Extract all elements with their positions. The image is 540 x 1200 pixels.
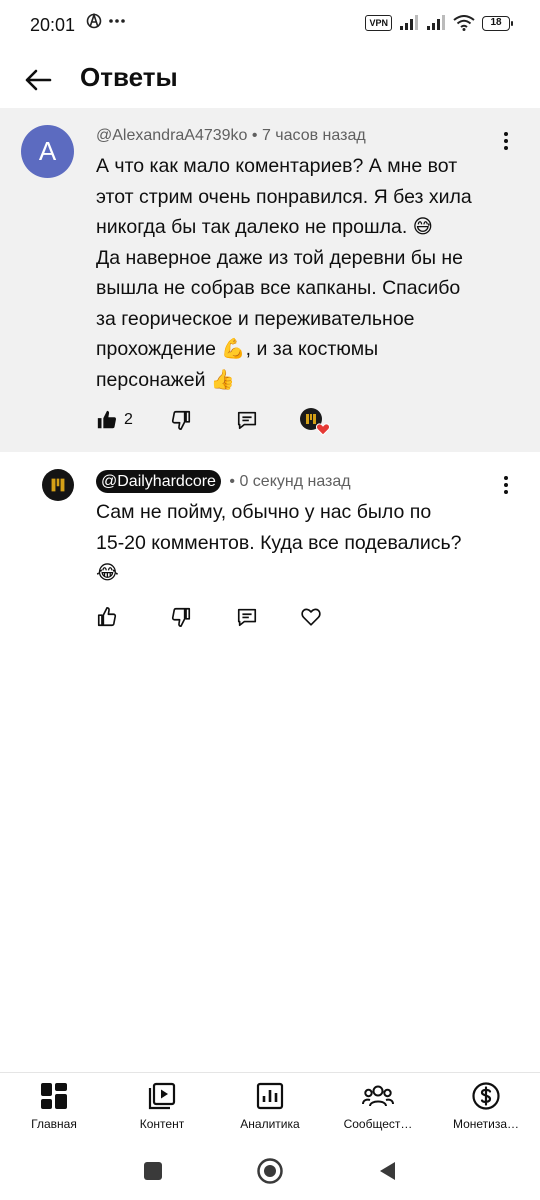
wifi-icon — [453, 15, 475, 31]
signal-icon — [400, 15, 418, 30]
meta-separator: • — [224, 473, 240, 490]
avatar[interactable]: A — [21, 125, 74, 178]
bottom-navigation: Главная Контент Аналитика Сообщест… Моне… — [0, 1072, 540, 1144]
recents-button[interactable] — [138, 1156, 168, 1186]
recents-square-icon — [144, 1162, 162, 1180]
reply-comment-icon — [237, 411, 257, 430]
analytics-icon — [256, 1082, 284, 1110]
thumb-up-icon — [97, 607, 117, 627]
comment-author[interactable]: @AlexandraA4739ko — [96, 127, 247, 144]
dislike-button[interactable] — [170, 605, 192, 629]
reply-meta: @Dailyhardcore • 0 секунд назад — [96, 470, 351, 493]
heart-icon — [316, 423, 330, 436]
comment-line: Сам не пойму, обычно у нас было по — [96, 501, 432, 523]
status-notification-icons — [86, 13, 126, 29]
status-time: 20:01 — [30, 15, 76, 35]
back-triangle-icon — [380, 1162, 395, 1180]
reply-button[interactable] — [236, 605, 258, 629]
comment-line: 15-20 комментов. Куда все подевались? — [96, 531, 462, 554]
monetization-icon — [472, 1082, 500, 1110]
nav-item-dashboard[interactable]: Главная — [0, 1073, 108, 1145]
channel-logo-icon — [51, 478, 65, 492]
like-button[interactable] — [96, 605, 118, 629]
comment-line: Да наверное даже из той деревни бы не — [96, 246, 464, 269]
kebab-dot — [504, 132, 508, 136]
reply-button[interactable] — [236, 408, 258, 432]
nav-label: Главная — [31, 1117, 77, 1131]
arrow-back-icon — [25, 69, 52, 91]
more-notifications-icon — [109, 19, 125, 23]
home-button[interactable] — [255, 1156, 285, 1186]
creator-heart-badge[interactable] — [300, 408, 330, 436]
heart-button[interactable] — [300, 605, 322, 629]
kebab-dot — [504, 146, 508, 150]
reply-comment: @Dailyhardcore • 0 секунд назад Сам не п… — [0, 452, 540, 642]
system-back-button[interactable] — [372, 1156, 402, 1186]
nav-item-monetization[interactable]: Монетиза… — [432, 1073, 540, 1145]
thumb-down-icon — [171, 410, 191, 430]
content-icon — [148, 1082, 176, 1110]
status-system-icons: VPN 18 — [365, 15, 513, 31]
home-circle-icon — [257, 1158, 283, 1184]
battery-indicator: 18 — [482, 15, 513, 31]
nav-label: Аналитика — [240, 1117, 300, 1131]
comment-line: вышла не собрав все капканы. Спасибо — [96, 277, 461, 299]
dislike-button[interactable] — [170, 408, 192, 432]
back-button[interactable] — [18, 60, 58, 100]
comment-text: А что как мало коментариев? А мне вот эт… — [96, 151, 516, 395]
kebab-dot — [504, 476, 508, 480]
comment-line: 😂 — [96, 562, 119, 584]
comment-line: прохождение 💪, и за костюмы — [96, 338, 379, 360]
page-title: Ответы — [80, 62, 178, 92]
anarchy-icon — [86, 13, 102, 29]
nav-item-analytics[interactable]: Аналитика — [216, 1073, 324, 1145]
like-count: 2 — [124, 411, 133, 428]
meta-separator: • — [247, 127, 262, 144]
comment-line: за георическое и переживательное — [96, 307, 415, 330]
reply-time: 0 секунд назад — [239, 473, 351, 490]
thumb-down-icon — [171, 607, 191, 627]
reply-text: Сам не пойму, обычно у нас было по 15-20… — [96, 497, 516, 589]
reply-comment-icon — [237, 608, 257, 627]
community-icon — [362, 1085, 394, 1107]
like-button[interactable]: 2 — [96, 408, 133, 432]
kebab-dot — [504, 483, 508, 487]
comment-time: 7 часов назад — [261, 127, 366, 144]
kebab-dot — [504, 139, 508, 143]
comment-line: никогда бы так далеко не прошла. 😅 — [96, 216, 434, 238]
comment-line: А что как мало коментариев? А мне вот — [96, 155, 458, 177]
heart-outline-icon — [301, 608, 321, 626]
comment-line: персонажей 👍 — [96, 368, 236, 391]
creator-heart — [300, 408, 330, 436]
nav-label: Сообщест… — [343, 1117, 413, 1131]
status-bar: 20:01 VPN 18 — [0, 0, 540, 52]
channel-author-chip[interactable]: @Dailyhardcore — [96, 470, 221, 493]
comment-line: этот стрим очень понравился. Я без хила — [96, 185, 472, 208]
nav-item-community[interactable]: Сообщест… — [324, 1073, 432, 1145]
nav-item-content[interactable]: Контент — [108, 1073, 216, 1145]
reply-menu-button[interactable] — [496, 472, 516, 498]
signal-icon-2 — [427, 15, 445, 30]
thumb-up-filled-icon — [97, 410, 117, 429]
nav-label: Монетиза… — [452, 1117, 520, 1131]
parent-comment: A @AlexandraA4739ko • 7 часов назад А чт… — [0, 108, 540, 452]
nav-label: Контент — [139, 1117, 185, 1131]
system-navigation — [0, 1144, 540, 1200]
app-header: Ответы — [0, 52, 540, 108]
vpn-badge: VPN — [365, 15, 392, 31]
comment-meta: @AlexandraA4739ko • 7 часов назад — [96, 127, 366, 145]
kebab-dot — [504, 490, 508, 494]
dashboard-icon — [41, 1083, 67, 1109]
avatar[interactable] — [42, 469, 74, 501]
